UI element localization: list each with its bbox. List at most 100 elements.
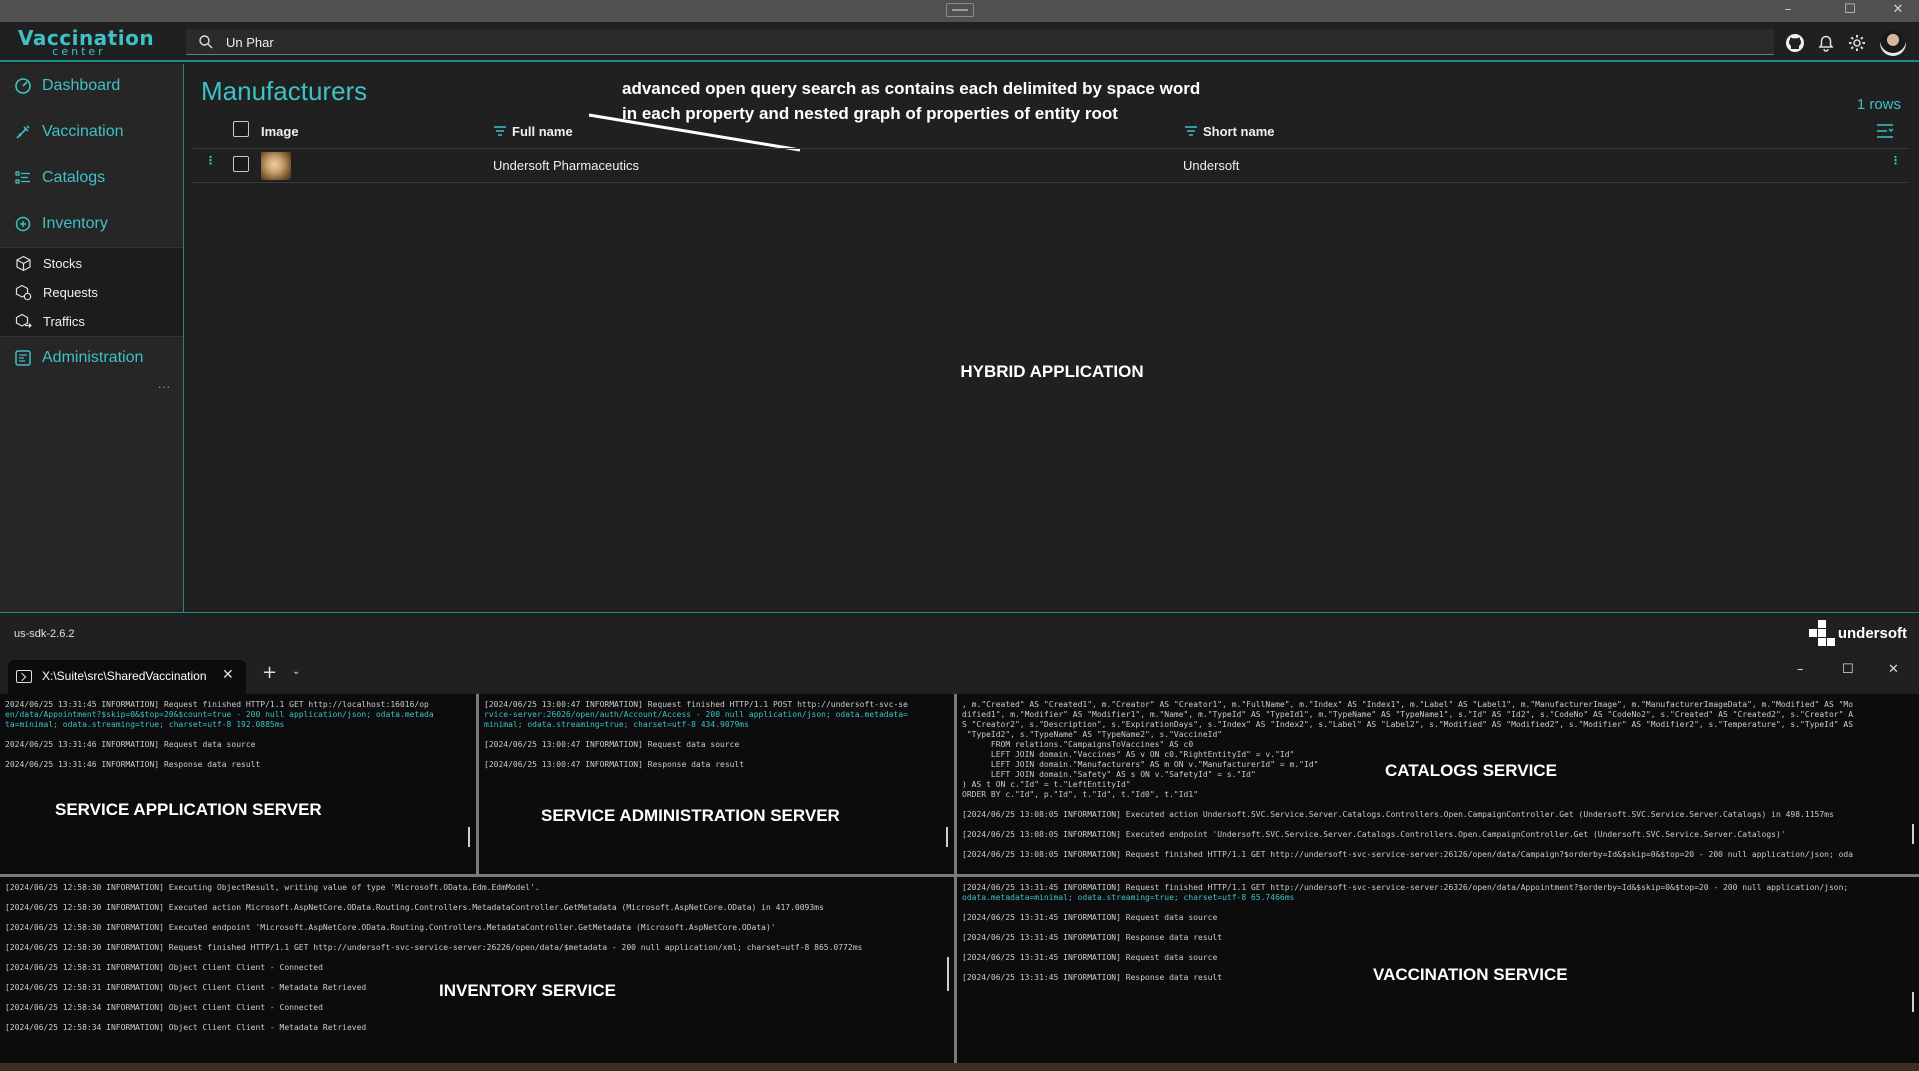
inventory-icon	[15, 216, 31, 232]
maximize-button[interactable]: ☐	[1830, 0, 1870, 22]
column-settings-icon[interactable]	[1877, 124, 1893, 138]
row-actions-icon[interactable]: ⋮	[1890, 155, 1901, 166]
sdk-version: us-sdk-2.6.2	[14, 628, 75, 640]
terminal-maximize-button[interactable]: ☐	[1842, 662, 1854, 677]
drag-handle[interactable]	[946, 3, 974, 17]
log-line: dified1", m."Modifier" AS "Modifier1", m…	[962, 710, 1854, 719]
scrollbar[interactable]	[946, 827, 948, 847]
log-line: [2024/06/25 13:31:45 INFORMATION] Respon…	[962, 933, 1223, 942]
log-line: [2024/06/25 13:31:45 INFORMATION] Reques…	[962, 883, 1849, 892]
pane-title: VACCINATION SERVICE	[1373, 965, 1568, 984]
log-output: , m."Created" AS "Created1", m."Creator"…	[962, 700, 1907, 870]
sidebar-item-label: Requests	[43, 284, 98, 300]
terminal-tab[interactable]: X:\Suite\src\SharedVaccination ✕	[8, 660, 246, 694]
column-header-label: Image	[261, 123, 299, 139]
terminal-tabbar: X:\Suite\src\SharedVaccination ✕ + ⌄ – ☐…	[0, 652, 1919, 694]
terminal-minimize-button[interactable]: –	[1797, 662, 1804, 677]
log-output: 2024/06/25 13:31:45 INFORMATION] Request…	[5, 700, 463, 780]
app-header: Vaccination center	[0, 22, 1919, 62]
new-tab-button[interactable]: +	[262, 662, 277, 683]
inventory-submenu: Stocks Requests Traffics	[0, 247, 183, 337]
log-line: [2024/06/25 12:58:30 INFORMATION] Reques…	[5, 943, 863, 952]
scrollbar[interactable]	[1912, 824, 1914, 844]
table-row[interactable]: ⋮ Undersoft Pharmaceutics Undersoft ⋮	[193, 149, 1908, 183]
log-line: [2024/06/25 13:08:05 INFORMATION] Reques…	[962, 850, 1854, 859]
avatar[interactable]	[1880, 30, 1906, 56]
select-all-checkbox[interactable]	[233, 121, 249, 137]
log-line: [2024/06/25 13:31:45 INFORMATION] Reques…	[962, 913, 1218, 922]
pane-title: SERVICE ADMINISTRATION SERVER	[541, 806, 840, 825]
annotation-line-1: advanced open query search as contains e…	[622, 79, 1201, 98]
close-button[interactable]: ✕	[1878, 0, 1918, 22]
chevron-down-icon[interactable]: ⌄	[292, 666, 300, 677]
log-line: [2024/06/25 12:58:31 INFORMATION] Object…	[5, 963, 323, 972]
log-line: ta=minimal; odata.streaming=true; charse…	[5, 720, 285, 729]
pane-catalogs-service[interactable]: , m."Created" AS "Created1", m."Creator"…	[957, 694, 1919, 874]
sidebar-item-requests[interactable]: Requests	[0, 278, 183, 306]
log-line: [2024/06/25 13:00:47 INFORMATION] Reques…	[484, 700, 908, 709]
sidebar-item-stocks[interactable]: Stocks	[0, 249, 183, 277]
scrollbar[interactable]	[468, 827, 470, 847]
gear-icon[interactable]	[1846, 32, 1868, 54]
sidebar-item-label: Stocks	[43, 255, 83, 271]
brand-name: undersoft	[1837, 624, 1907, 642]
terminal-tab-label: X:\Suite\src\SharedVaccination	[42, 669, 207, 683]
row-count: 1 rows	[1856, 96, 1901, 113]
sidebar-more-button[interactable]: ...	[158, 377, 171, 391]
pane-vaccination-service[interactable]: [2024/06/25 13:31:45 INFORMATION] Reques…	[957, 877, 1919, 1063]
sidebar-item-label: Administration	[42, 349, 144, 366]
request-icon	[15, 284, 32, 300]
os-taskbar	[0, 1063, 1919, 1071]
main-content: Manufacturers advanced open query search…	[185, 64, 1919, 612]
log-line: rvice-server:26026/open/auth/Account/Acc…	[484, 710, 908, 719]
scrollbar[interactable]	[947, 957, 949, 991]
log-line: 2024/06/25 13:31:46 INFORMATION] Request…	[5, 740, 256, 749]
terminal-icon	[16, 670, 32, 683]
bell-icon[interactable]	[1815, 32, 1837, 54]
search-input[interactable]	[226, 32, 1726, 52]
sidebar-item-label: Dashboard	[42, 77, 121, 94]
log-line: [2024/06/25 13:08:05 INFORMATION] Execut…	[962, 830, 1786, 839]
manufacturer-image	[261, 152, 291, 180]
filter-icon[interactable]	[494, 126, 506, 136]
annotation-text: advanced open query search as contains e…	[622, 76, 1262, 126]
search-icon	[199, 35, 213, 49]
window-titlebar[interactable]: – ☐ ✕	[0, 0, 1919, 22]
minimize-button[interactable]: –	[1768, 0, 1808, 22]
sidebar-item-traffics[interactable]: Traffics	[0, 307, 183, 335]
admin-icon	[15, 350, 31, 366]
row-checkbox[interactable]	[233, 156, 249, 172]
pane-title: INVENTORY SERVICE	[439, 981, 616, 1000]
sidebar-item-label: Inventory	[42, 215, 108, 232]
sidebar-item-dashboard[interactable]: Dashboard	[0, 66, 183, 106]
log-line: [2024/06/25 13:08:05 INFORMATION] Execut…	[962, 810, 1834, 819]
scrollbar[interactable]	[1912, 992, 1914, 1012]
app-logo[interactable]: Vaccination center	[18, 28, 154, 57]
column-header-short-name[interactable]: Short name	[1185, 122, 1275, 140]
cell-full-name: Undersoft Pharmaceutics	[493, 158, 639, 173]
sidebar-item-inventory[interactable]: Inventory	[0, 204, 183, 244]
github-icon[interactable]	[1784, 32, 1806, 54]
log-line: , m."Created" AS "Created1", m."Creator"…	[962, 700, 1854, 709]
log-line: odata.metadata=minimal; odata.streaming=…	[962, 893, 1295, 902]
filter-icon[interactable]	[1185, 126, 1197, 136]
brand-logo: undersoft	[1808, 619, 1907, 647]
sidebar-item-administration[interactable]: Administration	[0, 338, 183, 378]
column-header-full-name[interactable]: Full name	[494, 122, 573, 140]
page-title: Manufacturers	[201, 76, 368, 106]
log-line: S "Creator2", s."Description", s."Expira…	[962, 720, 1854, 729]
pane-inventory-service[interactable]: [2024/06/25 12:58:30 INFORMATION] Execut…	[0, 877, 954, 1063]
search-box[interactable]	[186, 29, 1774, 55]
sidebar-item-vaccination[interactable]: Vaccination	[0, 112, 183, 152]
column-header-image: Image	[261, 122, 299, 140]
log-line: [2024/06/25 12:58:34 INFORMATION] Object…	[5, 1023, 367, 1032]
log-line: [2024/06/25 13:31:45 INFORMATION] Reques…	[962, 953, 1218, 962]
log-output: [2024/06/25 13:00:47 INFORMATION] Reques…	[484, 700, 941, 780]
terminal-close-button[interactable]: ✕	[1888, 662, 1899, 677]
close-tab-icon[interactable]: ✕	[222, 667, 234, 683]
sidebar: Dashboard Vaccination Catalogs Inventory	[0, 64, 184, 612]
row-menu-icon[interactable]: ⋮	[205, 155, 216, 166]
pane-service-administration-server[interactable]: [2024/06/25 13:00:47 INFORMATION] Reques…	[479, 694, 953, 874]
sidebar-item-catalogs[interactable]: Catalogs	[0, 158, 183, 198]
pane-service-application-server[interactable]: 2024/06/25 13:31:45 INFORMATION] Request…	[0, 694, 475, 874]
